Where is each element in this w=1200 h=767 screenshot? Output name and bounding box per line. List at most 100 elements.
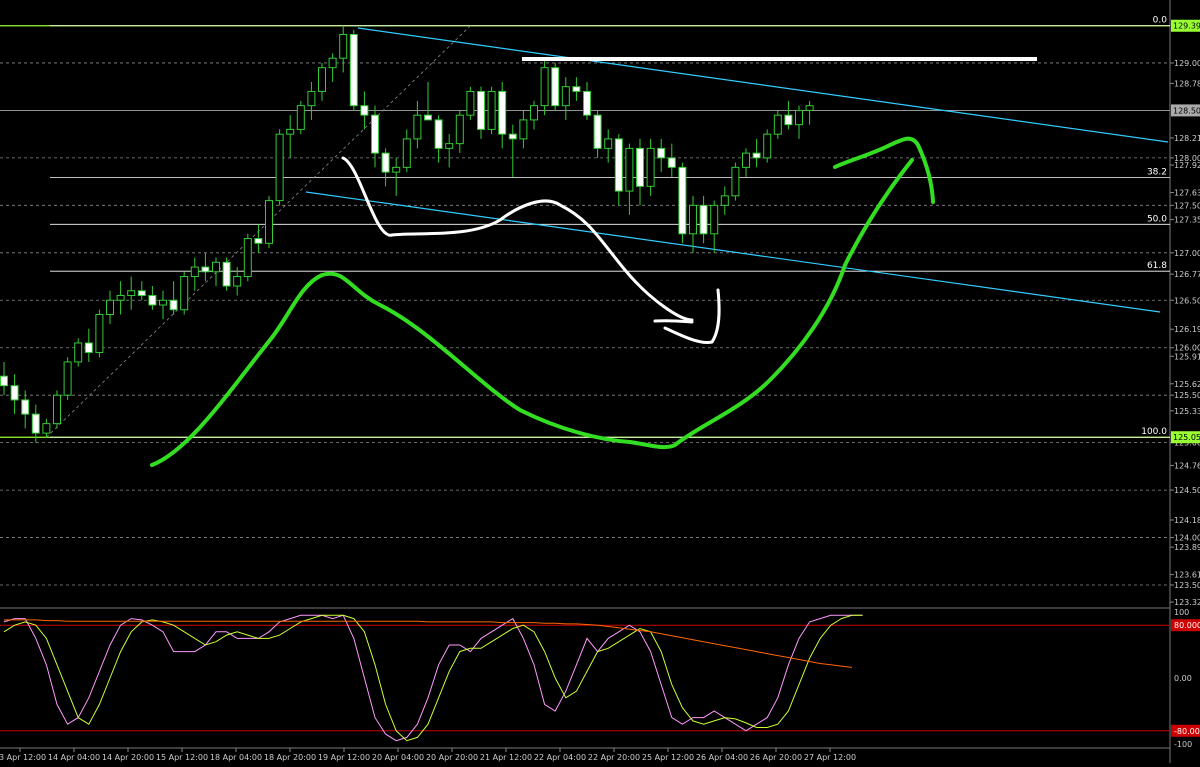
candle-body [222, 261, 231, 287]
price-tick-label: 127.925 [1174, 161, 1200, 170]
price-tick-label: 127.500 [1174, 201, 1200, 210]
candle-body [21, 399, 30, 415]
candle-body [477, 90, 485, 130]
time-tick-label: 20 Apr 04:00 [372, 753, 424, 762]
candle-body [286, 128, 295, 135]
candle-body [413, 114, 422, 140]
candle-body [508, 133, 517, 140]
chart-canvas[interactable]: 0.0 38.2 50.0 61.8 100.0 129.000 128.785 128.2… [0, 0, 1200, 763]
candle-body [275, 133, 284, 202]
price-tick-label: 124.000 [1174, 534, 1200, 543]
candle-body [466, 90, 475, 116]
fib-level-label: 50.0 [1147, 214, 1167, 224]
candle-body [116, 295, 125, 301]
candle-body [731, 166, 740, 197]
price-marker-label: 125.057 [1173, 433, 1200, 442]
price-tick-label: 129.000 [1174, 59, 1200, 68]
candle-body [583, 90, 591, 116]
candle-body [487, 90, 496, 130]
candle-body [434, 119, 443, 149]
candle-body [657, 147, 666, 159]
candle-body [805, 105, 814, 111]
candle-body [169, 299, 178, 311]
price-tick-label: 127.635 [1174, 189, 1200, 198]
candle-body [689, 204, 697, 235]
time-tick-label: 25 Apr 12:00 [642, 753, 694, 762]
candle-body [773, 114, 782, 135]
fib-level-label: 61.8 [1147, 261, 1167, 271]
time-tick-label: 13 Apr 12:00 [0, 753, 46, 762]
time-tick-label: 18 Apr 04:00 [210, 753, 262, 762]
time-tick-label: 20 Apr 20:00 [426, 753, 478, 762]
candle-body [593, 114, 602, 149]
candle-body [243, 238, 252, 278]
fib-level-label: 38.2 [1147, 168, 1167, 178]
candle-body [106, 299, 114, 315]
candle-body [0, 375, 8, 387]
candle-body [667, 157, 676, 168]
candle-body [392, 166, 401, 173]
time-tick-label: 15 Apr 12:00 [156, 753, 208, 762]
candle-body [212, 261, 220, 273]
candle-body [349, 33, 358, 107]
candle-body [540, 67, 549, 107]
time-tick-label: 22 Apr 04:00 [534, 753, 586, 762]
candle-body [561, 86, 570, 107]
price-tick-label: 123.610 [1174, 571, 1200, 580]
candle-body [31, 413, 40, 434]
price-tick-label: 124.500 [1174, 486, 1200, 495]
price-marker-label: 129.392 [1173, 22, 1200, 31]
time-tick-label: 14 Apr 04:00 [48, 753, 100, 762]
candle-body [678, 166, 687, 235]
price-tick-label: 123.500 [1174, 581, 1200, 590]
osc-tick-label: 100 [1174, 608, 1189, 617]
candle-body [519, 119, 528, 140]
time-tick-label: 22 Apr 20:00 [588, 753, 640, 762]
price-tick-label: 124.185 [1174, 516, 1200, 525]
candle-body [42, 423, 51, 434]
price-tick-label: 126.775 [1174, 270, 1200, 279]
candle-body [137, 290, 146, 297]
candle-body [328, 57, 337, 69]
price-marker-label: 128.500 [1173, 106, 1200, 115]
candle-body [742, 152, 750, 168]
candle-body [307, 90, 316, 107]
price-tick-label: 123.899 [1174, 543, 1200, 552]
osc-tick-label: 0.00 [1174, 674, 1192, 683]
time-tick-label: 27 Apr 12:00 [804, 753, 856, 762]
candle-body [455, 114, 464, 145]
candle-body [614, 138, 623, 192]
price-tick-label: 127.350 [1174, 216, 1200, 225]
candle-body [795, 109, 803, 126]
candle-body [381, 152, 390, 173]
candle-body [318, 67, 326, 92]
osc-tick-label: -80.000 [1174, 727, 1200, 736]
candle-body [127, 290, 136, 297]
candle-body [445, 143, 454, 149]
candle-body [763, 133, 772, 159]
candle-body [646, 147, 655, 187]
price-tick-label: 123.320 [1174, 598, 1200, 607]
candle-body [784, 114, 793, 126]
price-tick-label: 124.760 [1174, 461, 1200, 470]
time-tick-label: 19 Apr 12:00 [318, 753, 370, 762]
candle-body [254, 238, 263, 244]
candle-body [84, 342, 93, 353]
candle-body [530, 105, 538, 121]
candle-body [10, 385, 19, 401]
candle-body [720, 195, 729, 206]
time-tick-label: 18 Apr 20:00 [264, 753, 316, 762]
candle-body [159, 299, 167, 306]
time-tick-label: 14 Apr 20:00 [102, 753, 154, 762]
osc-tick-label: -100 [1174, 740, 1192, 749]
time-tick-label: 21 Apr 12:00 [480, 753, 532, 762]
candle-body [402, 138, 411, 168]
candle-body [339, 33, 348, 59]
fib-level-label: 0.0 [1153, 16, 1168, 26]
candle-body [551, 67, 560, 107]
candle-body [625, 147, 634, 192]
candle-body [190, 266, 199, 278]
candle-body [180, 276, 189, 311]
osc-tick-label: 80.000 [1174, 621, 1200, 630]
price-tick-label: 127.000 [1174, 249, 1200, 258]
